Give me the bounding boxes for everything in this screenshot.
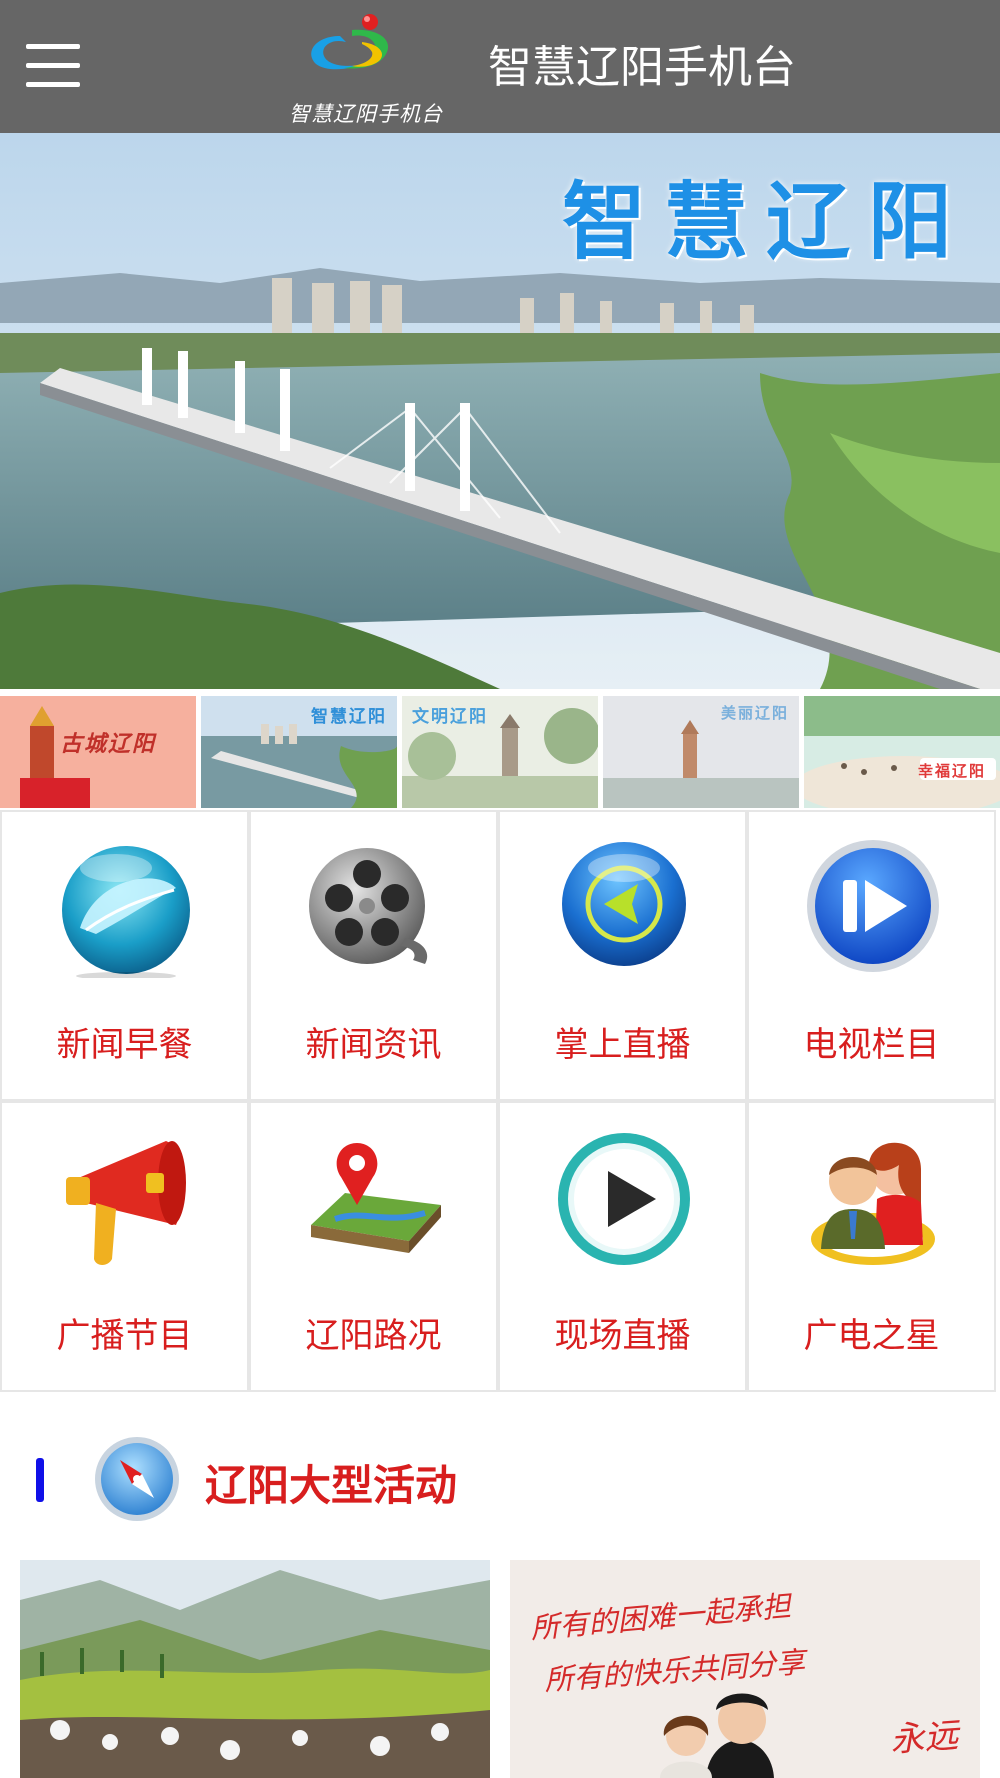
grid-item-news-info[interactable]: 新闻资讯: [249, 810, 498, 1101]
menu-icon[interactable]: [26, 44, 80, 88]
leaf-globe-icon: [62, 846, 190, 978]
logo-caption: 智慧辽阳手机台: [289, 102, 443, 126]
skip-play-icon: [807, 840, 939, 972]
thumbnail-3[interactable]: 文明辽阳: [402, 696, 598, 808]
thumbnail-4[interactable]: 美丽辽阳: [603, 696, 799, 808]
film-reel-icon: [309, 848, 428, 964]
activity-card-1[interactable]: [20, 1560, 490, 1778]
feature-grid: 新闻早餐 新闻资讯 掌上直播 电视栏目 广播节目 辽阳路况 现场直播 广电之星: [0, 810, 1000, 1395]
grid-item-tv-programs[interactable]: 电视栏目: [747, 810, 996, 1101]
thumbnail-strip: 古城辽阳 智慧辽阳 文明辽阳 美丽辽阳 幸福辽阳: [0, 696, 1000, 808]
compass-icon: [95, 1437, 179, 1521]
app-title: 智慧辽阳手机台: [488, 42, 796, 93]
play-icon: [558, 1133, 690, 1265]
grid-item-live-scene[interactable]: 现场直播: [498, 1101, 747, 1392]
grid-item-label: 电视栏目: [803, 1025, 940, 1065]
thumbnail-label: 美丽辽阳: [720, 704, 789, 722]
activity-image-mountains: [20, 1560, 490, 1778]
banner-title: 智慧辽阳: [561, 173, 970, 271]
app-header: 智慧辽阳手机台 智慧辽阳手机台: [0, 0, 1000, 133]
grid-item-label: 新闻早餐: [56, 1025, 193, 1065]
megaphone-icon: [66, 1141, 186, 1265]
thumbnail-5[interactable]: 幸福辽阳: [804, 696, 1000, 808]
card-text-line-3: 永远: [888, 1715, 960, 1761]
people-icon: [811, 1142, 935, 1265]
grid-item-label: 辽阳路况: [305, 1316, 442, 1356]
hero-banner[interactable]: 智慧辽阳: [0, 133, 1000, 689]
grid-item-label: 掌上直播: [554, 1025, 691, 1065]
section-title: 辽阳大型活动: [205, 1461, 458, 1510]
grid-item-live-mobile[interactable]: 掌上直播: [498, 810, 747, 1101]
activity-card-2[interactable]: 所有的困难一起承担 所有的快乐共同分享 永远: [510, 1560, 980, 1778]
app-logo: 智慧辽阳手机台: [282, 8, 450, 126]
grid-item-radio-programs[interactable]: 广播节目: [0, 1101, 249, 1392]
map-pin-icon: [311, 1143, 441, 1253]
thumbnail-label: 智慧辽阳: [311, 707, 387, 727]
section-accent-bar: [36, 1458, 44, 1502]
grid-item-label: 广播节目: [56, 1316, 193, 1356]
grid-item-label: 广电之星: [803, 1316, 940, 1356]
thumbnail-label: 古城辽阳: [59, 732, 156, 757]
grid-item-stars[interactable]: 广电之星: [747, 1101, 996, 1392]
back-arrow-icon: [562, 842, 686, 966]
grid-item-label: 新闻资讯: [305, 1025, 442, 1065]
thumbnail-2[interactable]: 智慧辽阳: [201, 696, 397, 808]
thumbnail-label: 文明辽阳: [412, 707, 488, 727]
thumbnail-1[interactable]: 古城辽阳: [0, 696, 196, 808]
thumbnail-label: 幸福辽阳: [917, 762, 986, 780]
grid-item-traffic[interactable]: 辽阳路况: [249, 1101, 498, 1392]
grid-item-news-breakfast[interactable]: 新闻早餐: [0, 810, 249, 1101]
grid-item-label: 现场直播: [554, 1316, 691, 1356]
